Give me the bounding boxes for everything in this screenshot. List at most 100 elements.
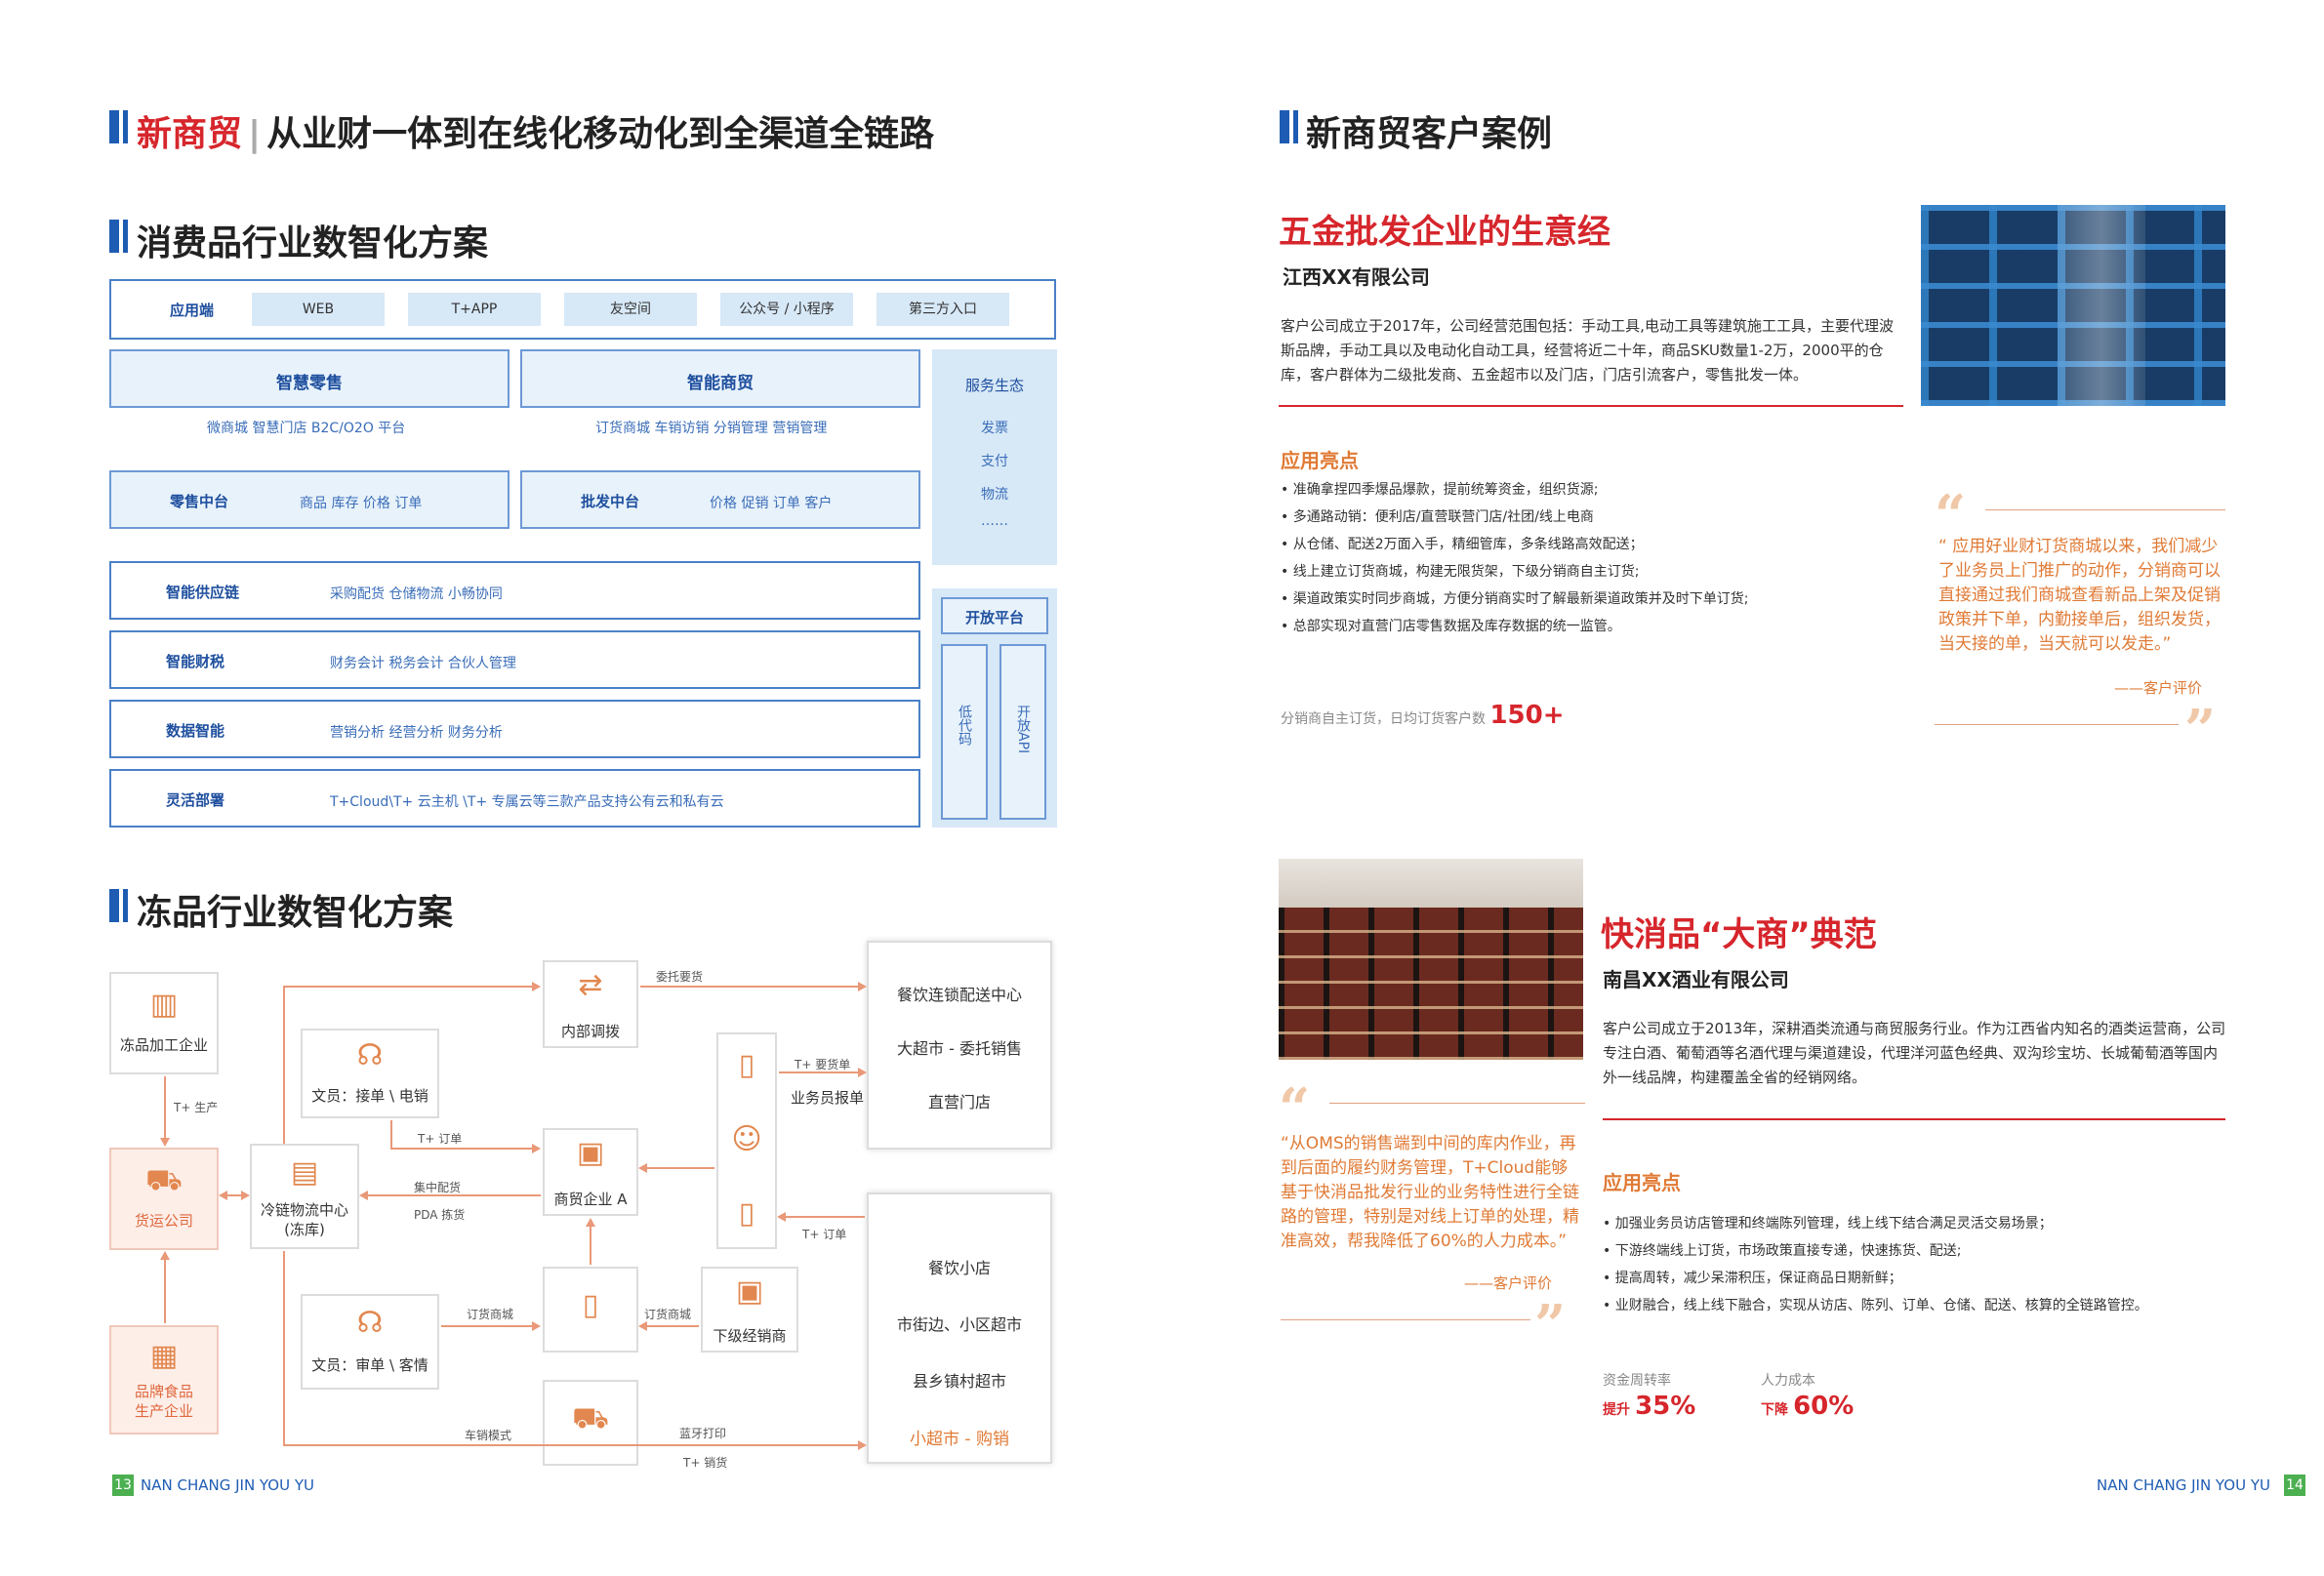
arrow-internal-customer (640, 982, 867, 991)
node-sub-dealer: ▣ 下级经销商 (701, 1267, 798, 1353)
connector-cold-down (283, 1251, 285, 1444)
quote-bottom-line (1935, 724, 2179, 725)
store-icon: ▣ (735, 1274, 764, 1309)
case1-heading: 五金批发企业的生意经 (1279, 213, 1610, 252)
node-clerk-review: ☊ 文员：审单 \ 客情 (301, 1294, 439, 1390)
customer-box-bottom: 餐饮小店 市街边、小区超市 县乡镇村超市 小超市 - 购销 (867, 1192, 1052, 1464)
node-car-sales: ⛟ (543, 1380, 638, 1466)
capability-row-supply: 智能供应链 采购配货 仓储物流 小畅协同 (109, 561, 920, 620)
arrow-to-small-market (283, 1440, 867, 1450)
capability-row-title: 智能供应链 (166, 584, 240, 601)
node-brand: ▦ 品牌食品 生产企业 (109, 1325, 219, 1435)
customer-direct-store: 直营门店 (927, 1093, 991, 1111)
case2-bullet: • 下游终端线上订货，市场政策直接专递，快速拣货、配送; (1603, 1243, 1962, 1259)
case2-quote: “从OMS的销售端到中间的库内作业，再到后面的履约财务管理，T+Cloud能够基… (1281, 1134, 1579, 1251)
store-icon: ▣ (576, 1136, 605, 1170)
capability-row-items: T+Cloud\T+ 云主机 \T+ 专属云等三款产品支持公有云和私有云 (330, 794, 724, 810)
case1-stat-value: 150+ (1489, 701, 1565, 730)
smart-trade-title: 智能商贸 (687, 374, 754, 393)
app-row-label: 应用端 (170, 302, 215, 319)
footer-left: NAN CHANG JIN YOU YU (141, 1476, 314, 1494)
close-quote-icon: ” (1534, 1293, 1567, 1357)
customer-restaurant: 餐饮小店 (927, 1259, 991, 1277)
case1-bullet: • 准确拿捏四季爆品爆款，提前统筹资金，组织货源; (1281, 482, 1599, 498)
case1-description: 客户公司成立于2017年，公司经营范围包括：手动工具,电动工具等建筑施工工具，主… (1281, 317, 1894, 384)
capability-row-title: 数据智能 (166, 722, 225, 740)
arrow-freight-cold (219, 1191, 250, 1200)
case1-stat: 分销商自主订货，日均订货客户数 150+ (1281, 701, 1565, 730)
main-title-separator: | (248, 114, 262, 154)
case2-stat1-prefix: 提升 (1603, 1402, 1630, 1418)
page-number-right: 14 (2284, 1475, 2305, 1496)
quote-bottom-line (1281, 1319, 1530, 1320)
label-t-production: T+ 生产 (174, 1101, 219, 1114)
case1-bullet: • 多通路动销：便利店/直营联营门店/社团/线上电商 (1281, 509, 1594, 525)
open-quote-icon: “ (1279, 1076, 1311, 1141)
open-platform-header: 开放平台 (941, 597, 1048, 634)
phone-icon: ▯ (738, 1196, 755, 1231)
user-icon: ☺ (731, 1122, 762, 1156)
capability-row-items: 营销分析 经营分析 财务分析 (330, 725, 503, 741)
quote-top-line (1985, 509, 2225, 510)
arrow-salesman-bottom (777, 1212, 865, 1222)
capability-row-items: 财务会计 税务会计 合伙人管理 (330, 656, 516, 671)
node-trader-a-label: 商贸企业 A (553, 1191, 628, 1208)
app-row: 应用端 WEB T+APP 友空间 公众号 / 小程序 第三方入口 (109, 279, 1056, 340)
node-clerk-order-label: 文员：接单 \ 电销 (311, 1087, 428, 1105)
case2-bullet: • 加强业务员访店管理和终端陈列管理，线上线下结合满足灵活交易场景； (1603, 1216, 2053, 1232)
phone-icon: ▯ (738, 1048, 755, 1082)
car-sales-icon: ⛟ (572, 1401, 609, 1435)
main-title: 新商贸 | 从业财一体到在线化移动化到全渠道全链路 (137, 105, 934, 156)
section2-title: 冻品行业数智化方案 (137, 893, 454, 933)
headset-icon: ☊ (356, 1038, 384, 1072)
case2-bullet: • 提高周转，减少呆滞积压，保证商品日期新鲜； (1603, 1271, 1902, 1286)
node-clerk-review-label: 文员：审单 \ 客情 (311, 1356, 428, 1374)
case2-wine-image (1279, 859, 1583, 1060)
arrow-processor-freight (160, 1076, 170, 1147)
connector-clerk-down (390, 1120, 392, 1148)
customer-box-top: 餐饮连锁配送中心 大超市 - 委托销售 直营门店 (867, 941, 1052, 1150)
case1-stat-label: 分销商自主订货，日均订货客户数 (1281, 711, 1486, 727)
service-item-more: …… (981, 513, 1008, 529)
case1-bullet: • 渠道政策实时同步商城，方便分销商实时了解最新渠道政策并及时下单订货; (1281, 591, 1749, 607)
service-ecology-title: 服务生态 (964, 377, 1024, 394)
building-icon: ▦ (149, 1339, 179, 1373)
close-quote-icon: ” (2184, 698, 2217, 762)
footer-right: NAN CHANG JIN YOU YU (2097, 1476, 2270, 1494)
case2-company: 南昌XX酒业有限公司 (1603, 968, 1789, 991)
wholesale-middle-box: 批发中台 价格 促销 订单 客户 (520, 470, 920, 529)
factory-icon: ▥ (149, 988, 179, 1022)
case2-bullets: • 加强业务员访店管理和终端陈列管理，线上线下结合满足灵活交易场景； • 下游终… (1603, 1210, 2148, 1319)
truck-icon: ⛟ (145, 1163, 183, 1197)
service-item-logistics: 物流 (981, 487, 1008, 503)
case1-quote: “ 应用好业财订货商城以来，我们减少了业务员上门推广的动作，分销商可以直接通过我… (1938, 537, 2221, 654)
smart-retail-box: 智慧零售 (109, 349, 510, 408)
node-freight: ⛟ 货运公司 (109, 1148, 219, 1250)
customer-small-market: 小超市 - 购销 (910, 1430, 1009, 1449)
low-code-label: 低代码 (957, 705, 972, 746)
case1-bullet: • 线上建立订货商城，构建无限货架，下级分销商自主订货; (1281, 564, 1640, 580)
capability-row-data: 数据智能 营销分析 经营分析 财务分析 (109, 700, 920, 758)
case1-bullet: • 总部实现对直营门店零售数据及库存数据的统一监管。 (1281, 619, 1621, 634)
warehouse-icon: ▤ (290, 1155, 319, 1190)
node-processor-label: 冻品加工企业 (119, 1036, 208, 1054)
low-code-box: 低代码 (941, 644, 988, 820)
label-pick: 集中配货 (414, 1181, 462, 1194)
label-t-need: T+ 要货单 (795, 1058, 851, 1071)
open-api-box: 开放API (999, 644, 1046, 820)
retail-middle-box: 零售中台 商品 库存 价格 订单 (109, 470, 510, 529)
case2-stat2-label: 人力成本 (1761, 1373, 1815, 1389)
case1-bullets: • 准确拿捏四季爆品爆款，提前统筹资金，组织货源; • 多通路动销：便利店/直营… (1281, 476, 1748, 640)
label-t-order2: T+ 订单 (802, 1228, 847, 1241)
label-mall1: 订货商城 (467, 1308, 514, 1321)
right-title-bar-icon (1280, 110, 1298, 143)
customer-supermarket: 大超市 - 委托销售 (897, 1039, 1022, 1058)
case2-stat2-value: 60% (1793, 1392, 1855, 1421)
app-chip-tapp: T+APP (408, 293, 541, 326)
smart-retail-sub: 微商城 智慧门店 B2C/O2O 平台 (207, 421, 406, 436)
case1-divider (1279, 405, 1903, 407)
case1-warehouse-image (1921, 205, 2225, 406)
transfer-truck-icon: ⇄ (578, 968, 603, 1002)
label-pda: PDA 拣货 (414, 1208, 466, 1222)
connector-cold-up (283, 986, 285, 1144)
